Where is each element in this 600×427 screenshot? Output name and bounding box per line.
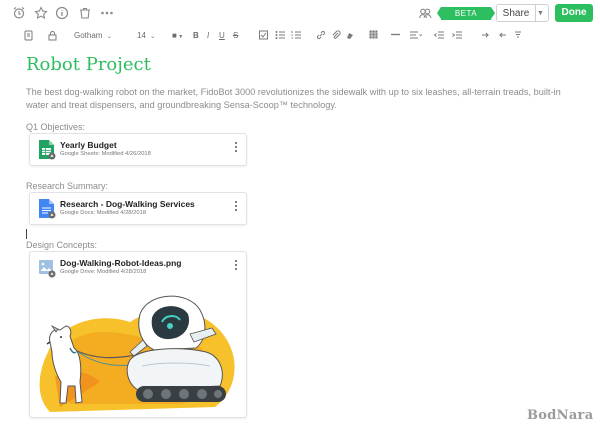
lock-icon[interactable] bbox=[48, 30, 57, 42]
horizontal-rule-icon[interactable] bbox=[391, 30, 400, 42]
undo-icon[interactable] bbox=[481, 30, 491, 42]
highlight-icon[interactable] bbox=[345, 30, 355, 42]
chevron-down-icon: ⌄ bbox=[150, 34, 156, 40]
watermark-logo: BodNara bbox=[527, 408, 594, 423]
strikethrough-icon[interactable]: S bbox=[233, 30, 238, 42]
file-meta: Google Drive: Modified 4/28/2018 bbox=[60, 269, 147, 275]
alarm-clock-icon[interactable] bbox=[12, 6, 26, 20]
underline-icon[interactable]: U bbox=[219, 30, 225, 42]
google-docs-icon bbox=[38, 199, 56, 219]
star-icon[interactable] bbox=[34, 6, 48, 20]
share-label: Share bbox=[502, 8, 530, 19]
file-meta: Google Docs: Modified 4/28/2018 bbox=[60, 210, 147, 216]
section-label-q1: Q1 Objectives: bbox=[26, 122, 86, 132]
share-button[interactable]: Share ▼ bbox=[496, 4, 549, 22]
info-icon[interactable] bbox=[55, 6, 69, 20]
bold-icon[interactable]: B bbox=[193, 30, 199, 42]
text-color-icon[interactable]: ■ ▼ bbox=[172, 30, 183, 42]
section-label-design: Design Concepts: bbox=[26, 240, 98, 250]
font-size-select[interactable]: 14 ⌄ bbox=[137, 30, 155, 42]
attachment-icon[interactable] bbox=[331, 30, 341, 42]
link-icon[interactable] bbox=[316, 30, 326, 42]
redo-icon[interactable] bbox=[497, 30, 507, 42]
top-toolbar: BETA Share ▼ Done bbox=[0, 0, 600, 26]
format-toolbar: Gotham ⌄ 14 ⌄ ■ ▼ B I U S bbox=[0, 27, 600, 45]
checkbox-icon[interactable] bbox=[259, 30, 268, 42]
note-title[interactable]: Robot Project bbox=[26, 54, 151, 75]
share-divider bbox=[535, 5, 536, 21]
eraser-icon[interactable] bbox=[513, 30, 523, 42]
image-file-icon bbox=[38, 258, 56, 278]
italic-icon[interactable]: I bbox=[207, 30, 209, 42]
text-cursor bbox=[26, 229, 27, 239]
chevron-down-icon: ⌄ bbox=[106, 34, 112, 40]
workchat-icon[interactable] bbox=[418, 6, 432, 20]
file-card-design-image[interactable]: Dog-Walking-Robot-Ideas.png Google Drive… bbox=[29, 251, 247, 418]
file-name: Dog-Walking-Robot-Ideas.png bbox=[60, 258, 182, 268]
font-family-value: Gotham bbox=[74, 31, 103, 40]
bullet-list-icon[interactable] bbox=[275, 30, 285, 42]
more-vertical-icon[interactable] bbox=[235, 201, 238, 213]
note-description[interactable]: The best dog-walking robot on the market… bbox=[26, 86, 574, 111]
google-sheets-icon bbox=[38, 140, 56, 160]
align-icon[interactable] bbox=[410, 30, 422, 42]
robot-dog-illustration bbox=[39, 295, 235, 412]
more-vertical-icon[interactable] bbox=[235, 142, 238, 154]
section-label-research: Research Summary: bbox=[26, 181, 109, 191]
trash-icon[interactable] bbox=[78, 6, 92, 20]
file-meta: Google Sheets: Modified 4/26/2018 bbox=[60, 151, 151, 157]
font-family-select[interactable]: Gotham ⌄ bbox=[74, 30, 112, 42]
file-card-yearly-budget[interactable]: Yearly Budget Google Sheets: Modified 4/… bbox=[29, 133, 247, 166]
chevron-down-icon[interactable]: ▼ bbox=[537, 5, 544, 23]
outdent-icon[interactable] bbox=[434, 30, 444, 42]
file-name: Research - Dog-Walking Services bbox=[60, 199, 195, 209]
attach-icon[interactable] bbox=[24, 30, 33, 42]
file-card-research[interactable]: Research - Dog-Walking Services Google D… bbox=[29, 192, 247, 225]
table-icon[interactable] bbox=[369, 30, 378, 42]
beta-badge: BETA bbox=[437, 7, 495, 20]
indent-icon[interactable] bbox=[452, 30, 462, 42]
more-vertical-icon[interactable] bbox=[235, 260, 238, 272]
numbered-list-icon[interactable] bbox=[291, 30, 301, 42]
done-button[interactable]: Done bbox=[555, 4, 593, 22]
font-size-value: 14 bbox=[137, 31, 146, 40]
file-name: Yearly Budget bbox=[60, 140, 117, 150]
more-icon[interactable] bbox=[100, 6, 114, 20]
